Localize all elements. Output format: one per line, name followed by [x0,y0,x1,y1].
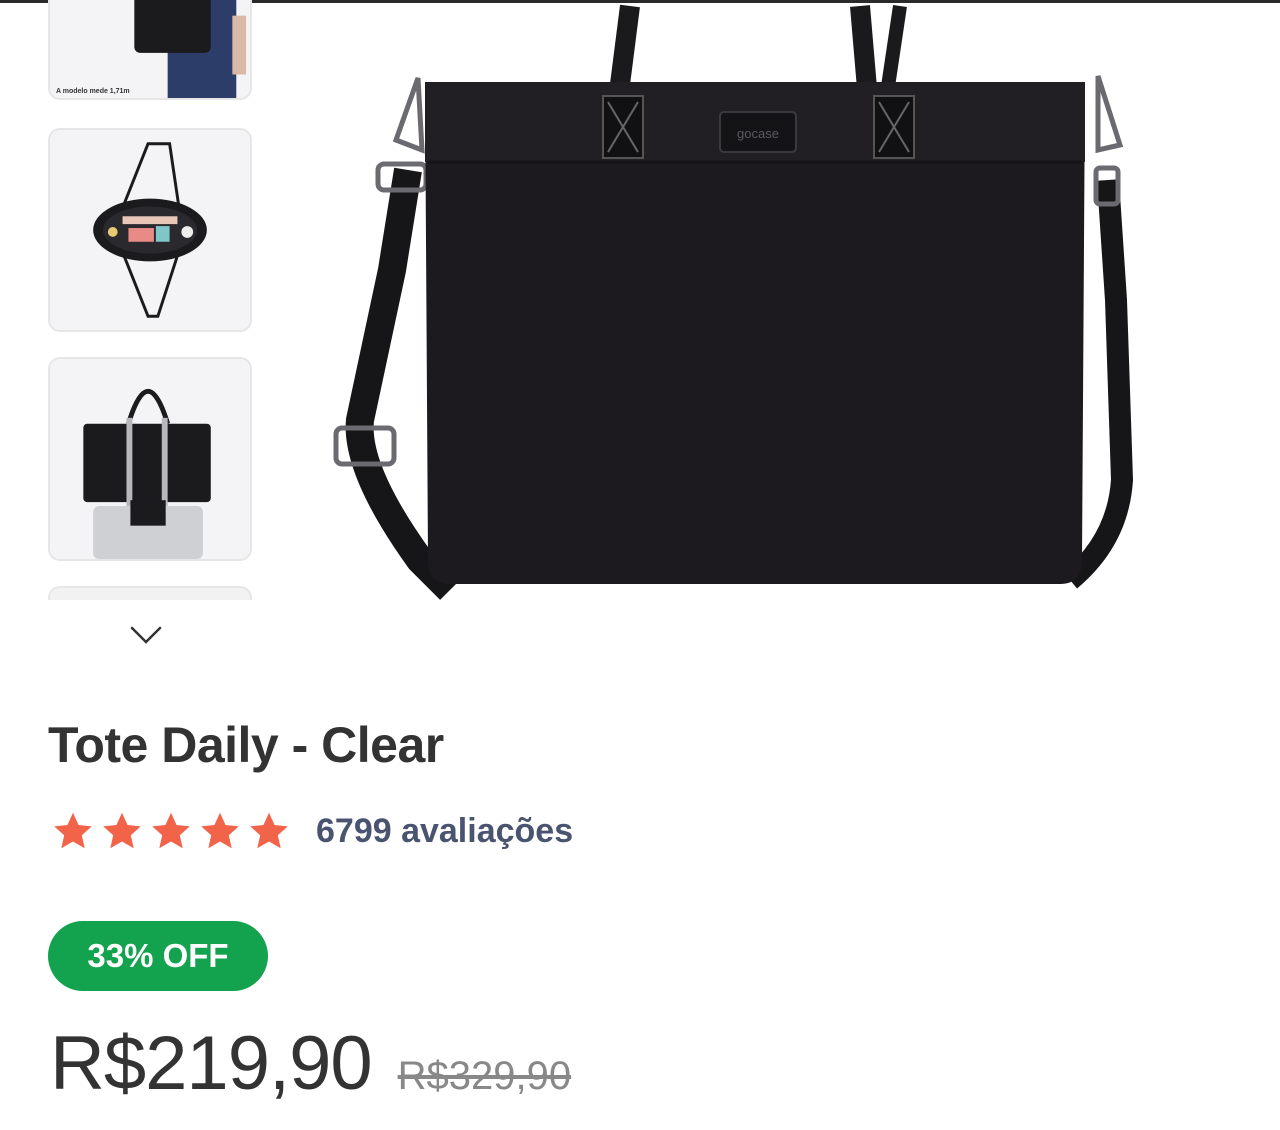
thumbnail-caption: A modelo mede 1,71m [56,88,130,95]
star-icon [201,812,239,849]
original-price: R$329,90 [397,1054,572,1098]
star-icon [54,812,92,849]
tote-interior-image [50,130,250,330]
star-icon [152,812,190,849]
model-wearing-tote-image [50,0,250,98]
price-row: R$219,90 R$329,90 [50,1020,571,1107]
thumbnail-rail[interactable]: A modelo mede 1,71m [48,0,252,600]
star-rating [50,808,292,854]
chevron-down-icon[interactable] [128,622,164,646]
tote-bag-image: gocase [333,4,1133,600]
discount-badge: 33% OFF [48,921,268,991]
current-price: R$219,90 [50,1021,373,1106]
product-page: A modelo mede 1,71m gocase Tote Daily - … [0,0,1280,1130]
thumbnail-1[interactable]: A modelo mede 1,71m [48,0,252,100]
tote-on-luggage-image [50,359,250,559]
star-icon [103,812,141,849]
thumbnail-2[interactable] [48,128,252,332]
star-icon [250,812,288,849]
product-title: Tote Daily - Clear [48,717,444,773]
review-count-link[interactable]: 6799 avaliações [316,812,573,851]
thumbnail-4[interactable] [48,586,252,600]
rating-row: 6799 avaliações [50,808,573,854]
main-product-image[interactable]: gocase [300,0,1200,640]
brand-tag-text: gocase [737,126,779,141]
thumbnail-3[interactable] [48,357,252,561]
